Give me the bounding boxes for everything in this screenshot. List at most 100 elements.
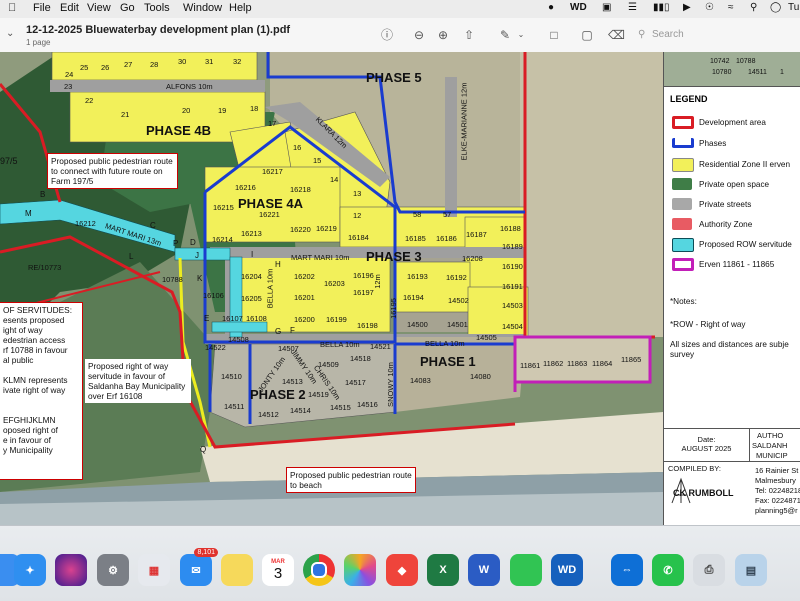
- company-name: CK RUMBOLL: [673, 488, 734, 498]
- servitudes-line: al public: [3, 355, 34, 365]
- erf-label: 14515: [330, 403, 351, 412]
- erf-label: 16201: [294, 293, 315, 302]
- point-marker: B: [40, 190, 46, 199]
- erf-label: 14510: [221, 372, 242, 381]
- launchpad-icon[interactable]: ▦: [138, 554, 170, 586]
- private-streets-swatch: [672, 198, 692, 210]
- mail-icon[interactable]: ✉ 8,101: [180, 548, 218, 586]
- share-icon[interactable]: ⇧: [462, 28, 476, 42]
- window-title: 12-12-2025 Bluewaterbay development plan…: [26, 24, 291, 36]
- menu-view[interactable]: View: [87, 2, 111, 14]
- system-settings-icon[interactable]: ⚙: [97, 554, 129, 586]
- status-icon-a[interactable]: ▣: [602, 2, 611, 13]
- servitudes-line: y Municipality: [3, 445, 53, 455]
- menu-tools[interactable]: Tools: [144, 2, 170, 14]
- whatsapp-icon[interactable]: ✆: [652, 554, 684, 586]
- dock: ✦ ⚙ ▦ ✉ 8,101 MAR 3 ◆ X W WD ⇔ ✆ ⎙ ▤: [0, 525, 800, 601]
- info-icon[interactable]: ⓘ: [380, 28, 394, 42]
- servitudes-note: OF SERVITUDES: esents proposed ight of w…: [0, 302, 83, 480]
- wd-status-icon[interactable]: WD: [570, 2, 587, 13]
- markup-icon[interactable]: ✎: [498, 28, 512, 42]
- erven-swatch: [672, 258, 694, 271]
- menu-go[interactable]: Go: [120, 2, 135, 14]
- authority-line: MUNICIP: [756, 451, 788, 460]
- apple-icon[interactable]: : [8, 2, 16, 14]
- point-marker: M: [25, 209, 32, 218]
- search-field[interactable]: ⚲ Search: [636, 25, 796, 45]
- erf-label: 19: [218, 106, 227, 115]
- point-marker: G: [275, 327, 282, 336]
- phase-label: PHASE 4B: [146, 123, 212, 138]
- legend-label: Development area: [699, 118, 766, 127]
- menu-file[interactable]: File: [33, 2, 51, 14]
- menu-help[interactable]: Help: [229, 2, 252, 14]
- erf-label: 22: [85, 96, 94, 105]
- notes-icon[interactable]: [221, 554, 253, 586]
- erf-label: 16192: [446, 273, 467, 282]
- sidebar-chevron-icon[interactable]: ⌄: [6, 28, 14, 39]
- servitudes-line: edestrian access: [3, 335, 66, 345]
- authority-line: AUTHO: [757, 431, 784, 440]
- servitudes-line: [3, 395, 79, 405]
- control-center-icon[interactable]: ◯: [770, 2, 781, 13]
- phase-label: PHASE 1: [420, 354, 476, 369]
- anydesk-icon[interactable]: ◆: [386, 554, 418, 586]
- phase-label: PHASE 4A: [238, 196, 304, 211]
- beach-route-note: Proposed public pedestrian route to beac…: [286, 467, 416, 493]
- siri-icon[interactable]: [55, 554, 87, 586]
- erf-label: 16106: [203, 291, 224, 300]
- excel-icon[interactable]: X: [427, 554, 459, 586]
- word-icon[interactable]: W: [468, 554, 500, 586]
- menu-edit[interactable]: Edit: [60, 2, 79, 14]
- pdf-document[interactable]: PHASE 5 PHASE 4B PHASE 4A PHASE 3 PHASE …: [0, 52, 800, 525]
- erf-label: 16185: [405, 234, 426, 243]
- legend-label: Authority Zone: [699, 220, 753, 229]
- servitudes-line: ivate right of way: [3, 385, 66, 395]
- erf-label: 16191: [502, 282, 523, 291]
- rotate-icon[interactable]: □: [547, 28, 561, 42]
- erf-label: 27: [124, 60, 133, 69]
- erf-label: 14517: [345, 378, 366, 387]
- battery-icon[interactable]: ▮▮▯: [653, 2, 670, 13]
- status-icon-c[interactable]: ●: [548, 2, 554, 13]
- thumb-label: 10788: [736, 58, 756, 65]
- erf-label: 16219: [316, 224, 337, 233]
- point-marker: D: [190, 238, 196, 247]
- street-label: ALFONS 10m: [166, 82, 213, 91]
- clock-text[interactable]: Tu: [788, 2, 799, 13]
- zoom-in-icon[interactable]: ⊕: [436, 28, 450, 42]
- chrome-icon[interactable]: [303, 554, 335, 586]
- erf-label: 16197: [353, 288, 374, 297]
- markup-menu-icon[interactable]: ⌄: [514, 28, 528, 42]
- phases-swatch: [672, 138, 694, 148]
- address-line: Tel: 02248218: [755, 486, 800, 495]
- erf-label: 16108: [246, 314, 267, 323]
- erf-label: 12: [353, 211, 362, 220]
- erf-label: 16: [293, 143, 302, 152]
- safari-icon[interactable]: ✦: [14, 554, 46, 586]
- notes-sizes: All sizes and distances are subje survey: [670, 340, 789, 359]
- sign-icon[interactable]: ⌫: [608, 28, 625, 42]
- wifi-icon[interactable]: ≈: [728, 2, 734, 13]
- status-icon-b[interactable]: ☰: [628, 2, 637, 13]
- spotlight-icon[interactable]: ⚲: [750, 2, 757, 13]
- servitudes-line: KLMN represents: [3, 375, 68, 385]
- control-icon[interactable]: ☉: [705, 2, 714, 13]
- play-icon[interactable]: ▶: [683, 2, 691, 13]
- printer-icon[interactable]: ⎙: [693, 554, 725, 586]
- date-value: AUGUST 2025: [681, 444, 732, 453]
- erf-label: 14083: [410, 376, 431, 385]
- erf-label: 14513: [282, 377, 303, 386]
- teamviewer-icon[interactable]: ⇔: [611, 554, 643, 586]
- wd-discovery-icon[interactable]: WD: [551, 554, 583, 586]
- legend-label: Phases: [699, 139, 727, 148]
- menu-window[interactable]: Window: [183, 2, 222, 14]
- photos-icon[interactable]: [344, 554, 376, 586]
- calendar-icon[interactable]: MAR 3: [262, 554, 294, 586]
- erf-label: 31: [205, 57, 214, 66]
- zoom-out-icon[interactable]: ⊖: [412, 28, 426, 42]
- preview-icon[interactable]: ▤: [735, 554, 767, 586]
- annotate-icon[interactable]: ▢: [580, 28, 594, 42]
- erf-label: 14514: [290, 406, 311, 415]
- numbers-icon[interactable]: [510, 554, 542, 586]
